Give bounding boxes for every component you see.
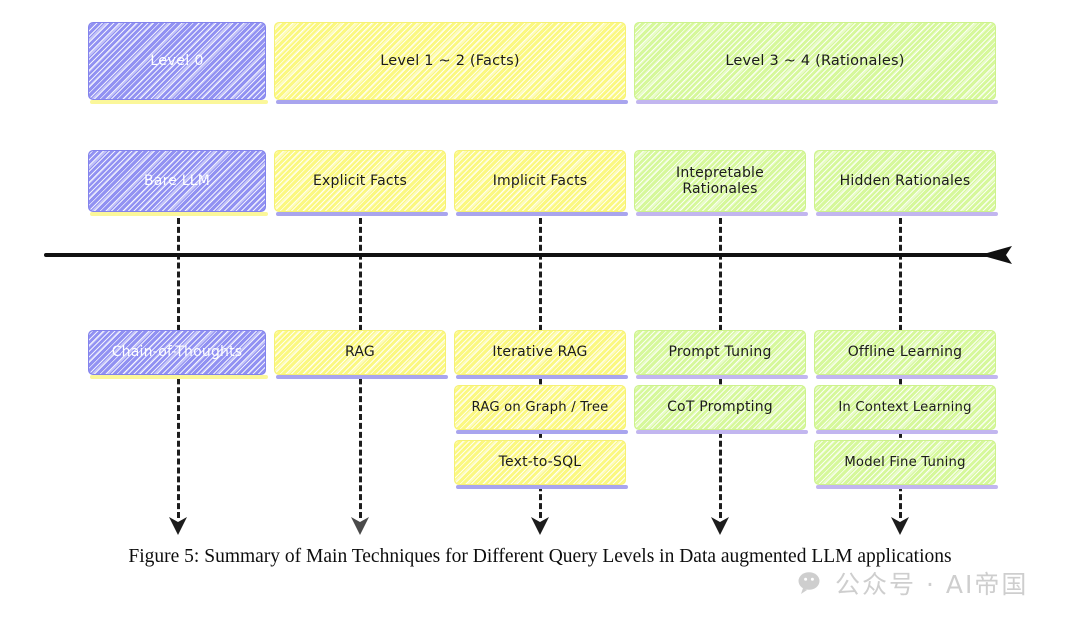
technique-cot-prompting: CoT Prompting [634,385,808,434]
category-implicit-facts-label: Implicit Facts [492,172,588,189]
technique-chain-of-thoughts-label: Chain-of-Thoughts [111,344,243,361]
category-intepretable-rationales-label: Intepretable Rationales [676,164,764,197]
dropper-arrow-col-3-icon [531,517,549,535]
technique-rag-on-graph-tree-label: RAG on Graph / Tree [471,399,609,415]
level-band-3-4: Level 3 ~ 4 (Rationales) [634,22,998,104]
technique-rag-on-graph-tree: RAG on Graph / Tree [454,385,628,434]
technique-iterative-rag: Iterative RAG [454,330,628,379]
technique-model-fine-tuning-label: Model Fine Tuning [844,454,966,470]
category-hidden-rationales-label: Hidden Rationales [839,172,971,189]
dropper-arrow-col-2-icon [351,517,369,535]
level-band-0-label: Level 0 [150,52,204,69]
category-bare-llm: Bare LLM [88,150,268,216]
level-band-1-2-label: Level 1 ~ 2 (Facts) [380,52,520,69]
technique-rag-label: RAG [345,344,375,361]
technique-offline-learning-label: Offline Learning [847,344,963,361]
technique-prompt-tuning: Prompt Tuning [634,330,808,379]
category-explicit-facts: Explicit Facts [274,150,448,216]
technique-iterative-rag-label: Iterative RAG [492,344,588,361]
category-explicit-facts-label: Explicit Facts [313,172,407,189]
level-band-0: Level 0 [88,22,268,104]
dropper-arrow-col-5-icon [891,517,909,535]
technique-text-to-sql-label: Text-to-SQL [498,454,582,471]
horizontal-axis-line [44,253,1004,257]
dropper-arrow-col-4-icon [711,517,729,535]
figure-canvas: Level 0 Level 1 ~ 2 (Facts) Level 3 ~ 4 … [0,0,1080,621]
technique-offline-learning: Offline Learning [814,330,998,379]
technique-cot-prompting-label: CoT Prompting [667,399,773,416]
category-intepretable-rationales: Intepretable Rationales [634,150,808,216]
level-band-1-2: Level 1 ~ 2 (Facts) [274,22,628,104]
technique-prompt-tuning-label: Prompt Tuning [668,344,772,361]
category-bare-llm-label: Bare LLM [144,172,210,189]
technique-model-fine-tuning: Model Fine Tuning [814,440,998,489]
figure-caption: Figure 5: Summary of Main Techniques for… [128,546,952,567]
watermark-text: 公众号 · AI帝国 [835,569,1029,599]
category-hidden-rationales: Hidden Rationales [814,150,998,216]
dropper-arrow-col-1-icon [169,517,187,535]
technique-in-context-learning: In Context Learning [814,385,998,434]
wechat-icon [798,572,820,594]
axis-arrow-right-icon [978,246,1012,264]
category-implicit-facts: Implicit Facts [454,150,628,216]
technique-chain-of-thoughts: Chain-of-Thoughts [88,330,268,379]
technique-in-context-learning-label: In Context Learning [838,399,972,415]
technique-text-to-sql: Text-to-SQL [454,440,628,489]
watermark: 公众号 · AI帝国 [798,571,1028,597]
level-band-3-4-label: Level 3 ~ 4 (Rationales) [725,52,905,69]
technique-rag: RAG [274,330,448,379]
